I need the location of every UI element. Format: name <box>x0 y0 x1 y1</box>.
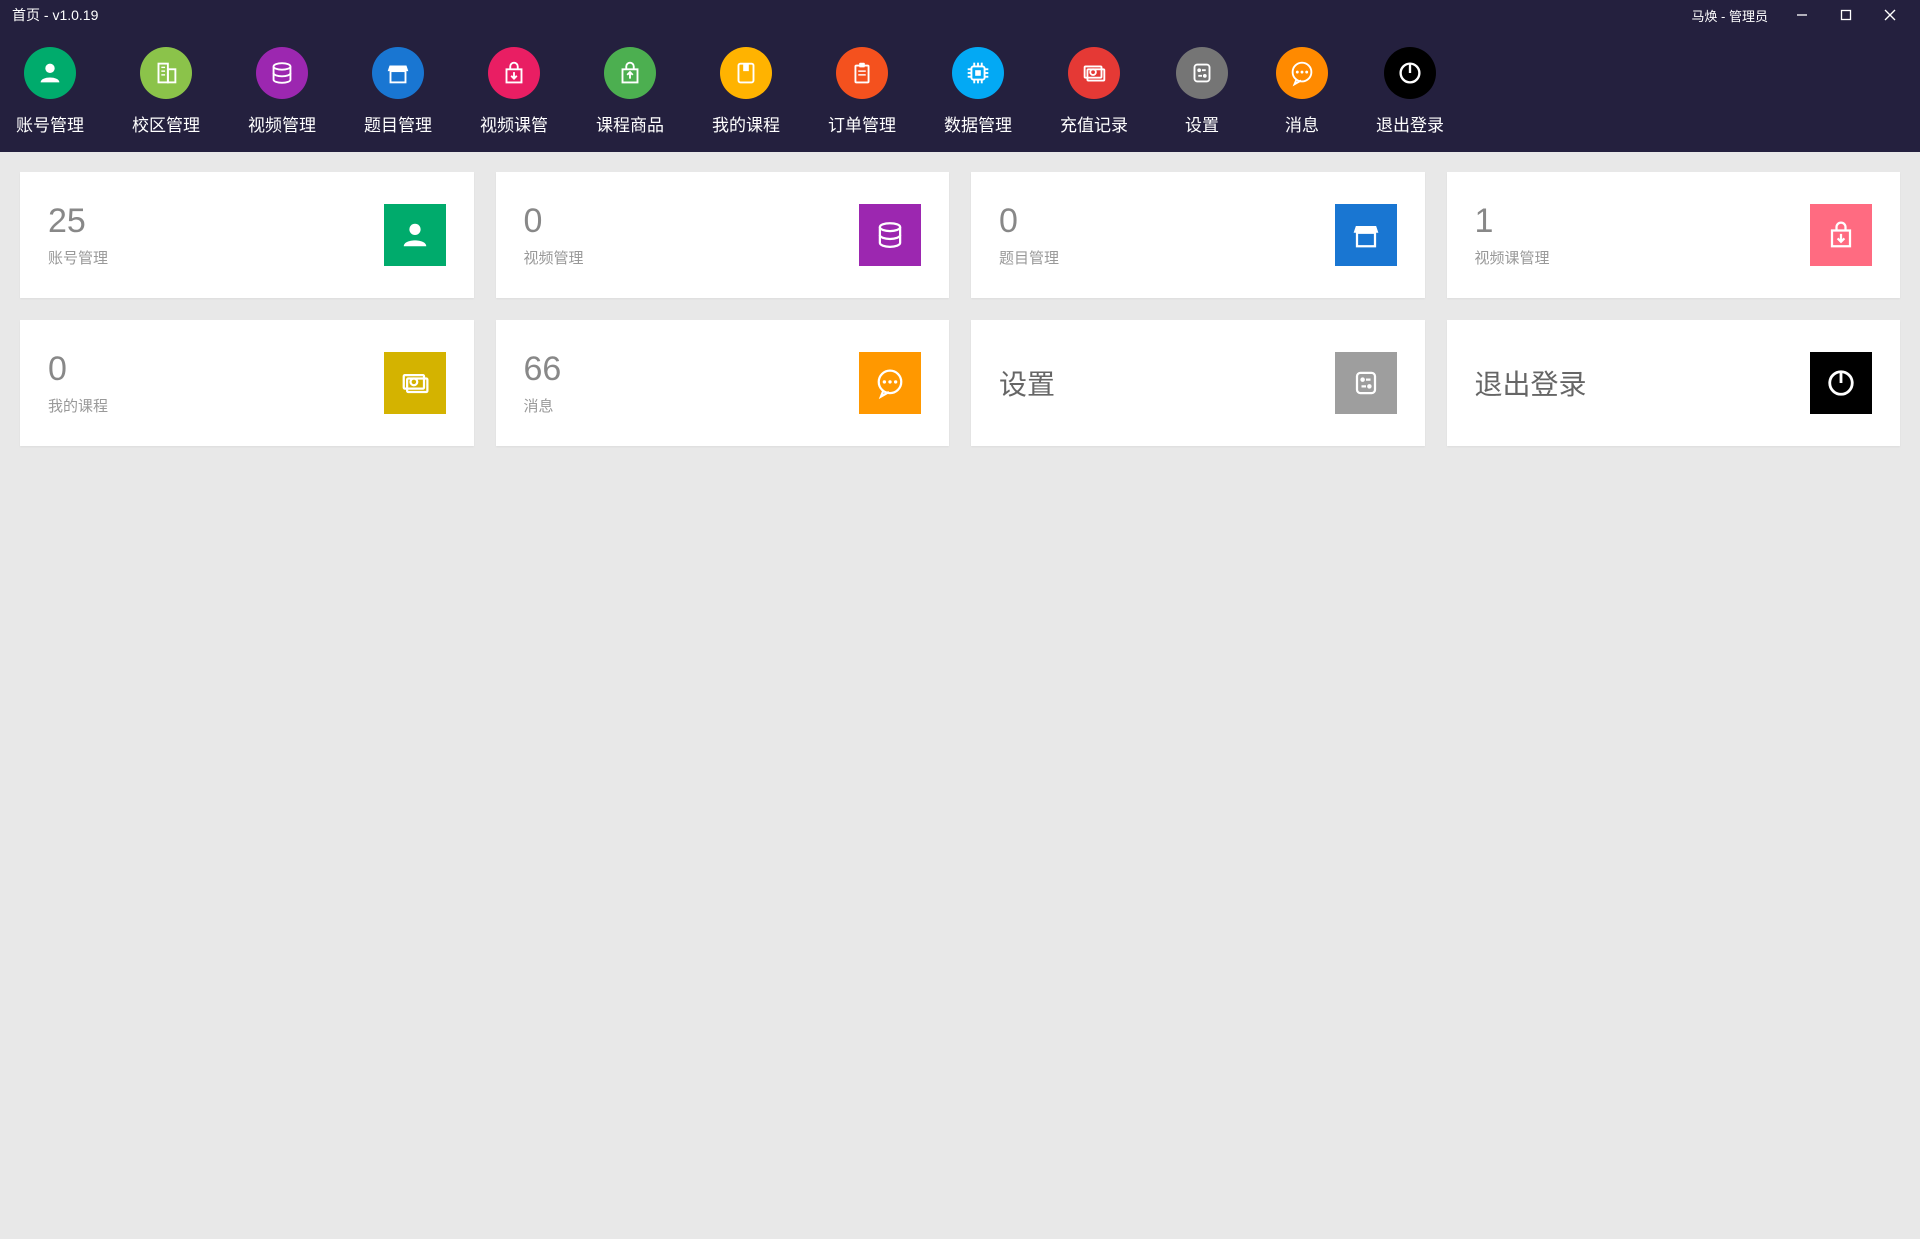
nav-item-book[interactable]: 我的课程 <box>712 47 780 136</box>
dashboard-card[interactable]: 0 视频管理 <box>496 172 950 298</box>
card-info: 0 视频管理 <box>524 202 584 268</box>
nav-item-power[interactable]: 退出登录 <box>1376 47 1444 136</box>
nav-item-user[interactable]: 账号管理 <box>16 47 84 136</box>
user-info: 马焕 - 管理员 <box>1691 6 1780 25</box>
nav-item-clipboard[interactable]: 订单管理 <box>828 47 896 136</box>
nav-label: 消息 <box>1285 111 1319 136</box>
nav-label: 充值记录 <box>1060 111 1128 136</box>
nav-item-database[interactable]: 视频管理 <box>248 47 316 136</box>
nav-label: 退出登录 <box>1376 111 1444 136</box>
nav-label: 我的课程 <box>712 111 780 136</box>
nav-label: 课程商品 <box>596 111 664 136</box>
nav-label: 视频管理 <box>248 111 316 136</box>
nav-item-shop[interactable]: 题目管理 <box>364 47 432 136</box>
nav-item-settings[interactable]: 设置 <box>1176 47 1228 136</box>
card-title: 退出登录 <box>1475 363 1587 403</box>
dashboard-card[interactable]: 1 视频课管理 <box>1447 172 1901 298</box>
card-title: 设置 <box>999 363 1055 403</box>
maximize-button[interactable] <box>1824 0 1868 30</box>
user-icon <box>24 47 76 99</box>
minimize-button[interactable] <box>1780 0 1824 30</box>
database-icon <box>859 204 921 266</box>
building-icon <box>140 47 192 99</box>
money-icon <box>384 352 446 414</box>
money-icon <box>1068 47 1120 99</box>
nav-label: 题目管理 <box>364 111 432 136</box>
card-count: 1 <box>1475 202 1550 241</box>
card-label: 题目管理 <box>999 247 1059 268</box>
chip-icon <box>952 47 1004 99</box>
card-info: 0 我的课程 <box>48 350 108 416</box>
bag-down-icon <box>488 47 540 99</box>
nav-item-chip[interactable]: 数据管理 <box>944 47 1012 136</box>
user-icon <box>384 204 446 266</box>
card-info: 0 题目管理 <box>999 202 1059 268</box>
dashboard-grid: 25 账号管理 0 视频管理 0 题目管理 1 视频课管理 0 <box>0 152 1920 466</box>
message-icon <box>1276 47 1328 99</box>
settings-icon <box>1335 352 1397 414</box>
card-info: 25 账号管理 <box>48 202 108 268</box>
bag-down-icon <box>1810 204 1872 266</box>
nav-label: 账号管理 <box>16 111 84 136</box>
message-icon <box>859 352 921 414</box>
dashboard-card[interactable]: 0 题目管理 <box>971 172 1425 298</box>
nav-item-bag-up[interactable]: 课程商品 <box>596 47 664 136</box>
nav-item-building[interactable]: 校区管理 <box>132 47 200 136</box>
card-label: 我的课程 <box>48 395 108 416</box>
card-label: 视频管理 <box>524 247 584 268</box>
nav-item-bag-down[interactable]: 视频课管 <box>480 47 548 136</box>
settings-icon <box>1176 47 1228 99</box>
dashboard-card[interactable]: 25 账号管理 <box>20 172 474 298</box>
shop-icon <box>1335 204 1397 266</box>
database-icon <box>256 47 308 99</box>
titlebar-right: 马焕 - 管理员 <box>1691 0 1912 30</box>
dashboard-card[interactable]: 0 我的课程 <box>20 320 474 446</box>
book-icon <box>720 47 772 99</box>
titlebar: 首页 - v1.0.19 马焕 - 管理员 <box>0 0 1920 30</box>
card-count: 0 <box>524 202 584 241</box>
close-button[interactable] <box>1868 0 1912 30</box>
card-label: 消息 <box>524 395 562 416</box>
nav-label: 设置 <box>1185 111 1219 136</box>
card-count: 0 <box>48 350 108 389</box>
card-count: 66 <box>524 350 562 389</box>
nav-label: 数据管理 <box>944 111 1012 136</box>
dashboard-card[interactable]: 66 消息 <box>496 320 950 446</box>
nav-label: 视频课管 <box>480 111 548 136</box>
dashboard-card[interactable]: 设置 <box>971 320 1425 446</box>
power-icon <box>1810 352 1872 414</box>
nav-label: 订单管理 <box>828 111 896 136</box>
navbar: 账号管理 校区管理 视频管理 题目管理 视频课管 课程商品 我的课程 <box>0 30 1920 152</box>
card-count: 0 <box>999 202 1059 241</box>
card-info: 66 消息 <box>524 350 562 416</box>
shop-icon <box>372 47 424 99</box>
card-label: 账号管理 <box>48 247 108 268</box>
bag-up-icon <box>604 47 656 99</box>
nav-label: 校区管理 <box>132 111 200 136</box>
card-info: 1 视频课管理 <box>1475 202 1550 268</box>
nav-item-money[interactable]: 充值记录 <box>1060 47 1128 136</box>
card-count: 25 <box>48 202 108 241</box>
dashboard-card[interactable]: 退出登录 <box>1447 320 1901 446</box>
card-label: 视频课管理 <box>1475 247 1550 268</box>
power-icon <box>1384 47 1436 99</box>
window-title: 首页 - v1.0.19 <box>8 5 98 25</box>
nav-item-message[interactable]: 消息 <box>1276 47 1328 136</box>
clipboard-icon <box>836 47 888 99</box>
